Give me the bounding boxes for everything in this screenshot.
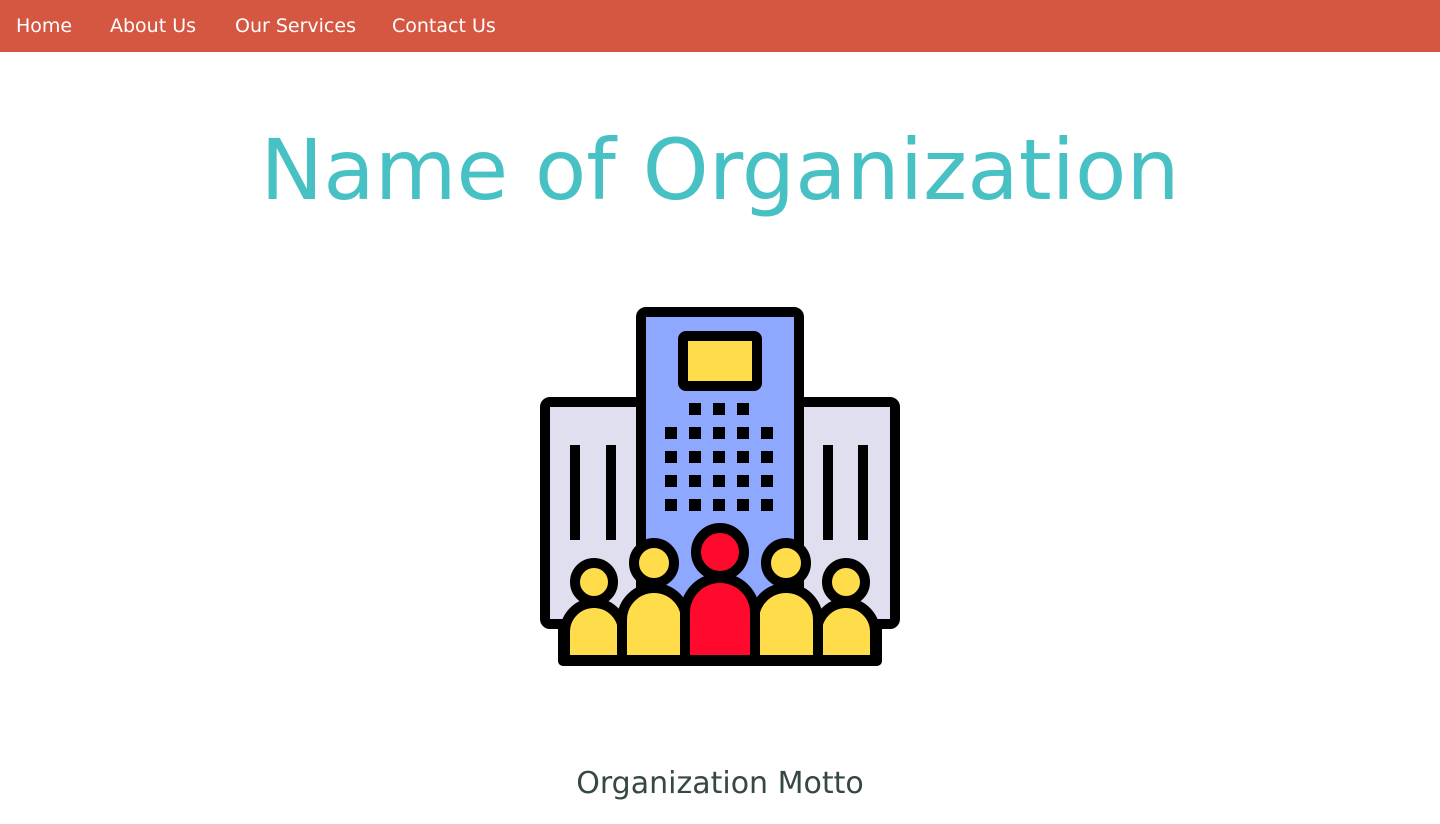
nav-about-us-link[interactable]: About Us	[110, 13, 196, 39]
tower-sign	[678, 331, 762, 391]
person-far-right	[812, 558, 880, 665]
organization-name-title: Name of Organization	[260, 121, 1180, 219]
nav-our-services-link[interactable]: Our Services	[235, 13, 356, 39]
person-left	[617, 538, 691, 665]
person-far-left	[560, 558, 628, 665]
nav-home-link[interactable]: Home	[16, 13, 72, 39]
organization-logo	[520, 290, 920, 690]
person-right	[749, 538, 823, 665]
person-center	[680, 523, 760, 665]
top-navbar: Home About Us Our Services Contact Us	[0, 0, 1440, 52]
organization-building-people-icon	[540, 307, 900, 666]
organization-motto: Organization Motto	[576, 766, 864, 801]
nav-contact-us-link[interactable]: Contact Us	[392, 13, 496, 39]
